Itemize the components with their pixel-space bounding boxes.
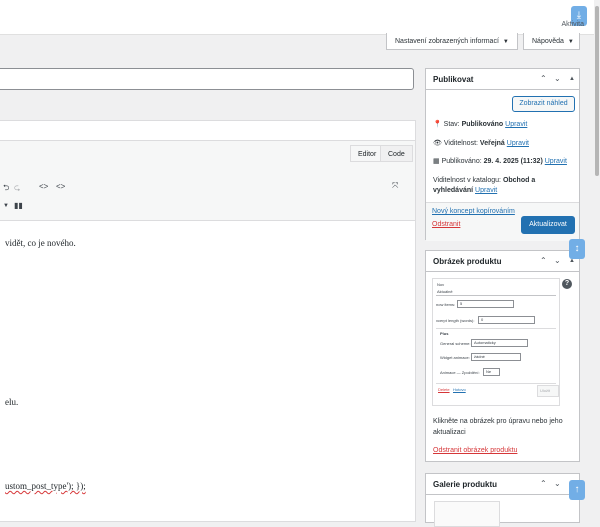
thumb-text: 5 [460,301,463,306]
trash-link[interactable]: Odstranit [432,221,460,228]
publish-title: Publikovat [433,75,474,84]
product-gallery-title: Galerie produktu [433,480,498,489]
status-row: 📍 Stav: Publikováno Upravit [433,120,527,128]
product-image-title: Obrázek produktu [433,257,502,266]
help-button[interactable]: Nápověda ▼ [523,33,580,50]
update-button[interactable]: Aktualizovat [521,216,575,234]
edit-catalog-link[interactable]: Upravit [475,187,497,194]
preview-button[interactable]: Zobrazit náhled [512,96,575,112]
published-label: Publikováno: [441,158,482,165]
thumb-text: General scheme: [440,341,471,346]
title-input[interactable] [0,68,414,90]
binoculars-icon[interactable]: ▮▮ [14,201,23,210]
thumb-input: 0 [478,316,535,324]
caret-down-icon: ▼ [502,39,509,45]
thumb-text: 0 [481,317,484,322]
status-value: Publikováno [461,121,504,128]
thumb-divider [436,328,556,329]
catalog-visibility-label: Viditelnost v katalogu: [433,177,501,184]
catalog-visibility-row: Viditelnost v katalogu: Obchod a vyhledá… [433,176,575,196]
collapse-toggle-icon[interactable]: ▲ [569,76,575,82]
thumb-select: Ne [483,368,500,376]
visibility-label: Viditelnost: [443,140,478,147]
published-row: ▦ Publikováno: 29. 4. 2025 (11:32) Uprav… [433,157,567,165]
thumb-text: Plus [440,331,449,336]
edit-date-link[interactable]: Upravit [545,158,567,165]
screen-options-button[interactable]: Nastavení zobrazených informací ▼ [386,33,518,50]
eye-icon: 👁 [433,140,442,147]
undo-icon[interactable]: ⮌ [3,182,9,196]
pin-icon: 📍 [433,121,442,128]
thumb-text: Delete [438,387,450,392]
thumb-text: Animace — Zpoždění: [440,370,480,375]
edit-status-link[interactable]: Upravit [505,121,527,128]
help-label: Nápověda [532,38,564,45]
thumb-text: Widget animace: [440,355,470,360]
thumb-text: Nov [437,282,445,287]
resize-vertical-icon[interactable]: ↕ [569,239,585,259]
dropdown-caret-icon[interactable]: ▼ [3,203,9,209]
scroll-top-icon[interactable]: ↑ [569,480,585,500]
thumb-text: Ne [486,369,492,374]
activity-label: Aktivita [561,21,584,28]
product-gallery-header[interactable]: Galerie produktu ⌃ ⌄ [426,474,579,495]
chevron-down-icon[interactable]: ⌄ [554,256,561,265]
thumb-divider [436,383,556,384]
product-image-header[interactable]: Obrázek produktu ⌃ ⌄ ▲ [426,251,579,272]
content-line: vidět, co je nového. [5,238,76,248]
chevron-up-icon[interactable]: ⌃ [540,256,547,265]
admin-top-bar: ⤓ Aktivita [0,0,600,35]
publish-box: Publikovat ⌃ ⌄ ▲ Zobrazit náhled 📍 Stav:… [425,68,580,241]
thumb-select: Automaticky [471,339,528,347]
status-label: Stav: [443,121,460,128]
chevron-up-icon[interactable]: ⌃ [540,479,547,488]
thumb-text: žádné [474,354,485,359]
chevron-up-icon[interactable]: ⌃ [540,74,547,83]
remove-product-image-link[interactable]: Odstranit obrázek produktu [433,447,517,454]
chevron-down-icon[interactable]: ⌄ [554,74,561,83]
help-icon[interactable]: ? [562,279,572,289]
publish-box-header[interactable]: Publikovat ⌃ ⌄ ▲ [426,69,579,90]
code-icon[interactable]: <> [39,182,48,191]
thumb-text: Uložit [540,388,551,393]
code-block-icon[interactable]: <> [56,182,65,191]
product-image-thumbnail[interactable]: Nov Aktuálně now items: 5 xcerpt length … [432,278,560,406]
thumb-select: žádné [471,353,521,361]
visibility-value: Veřejná [479,140,505,147]
content-editor: Editor Code ⮌ ⮎ <> <> ⤧ ▼ ▮▮ vidět, co j… [0,120,416,522]
editor-tabs-bar: Editor Code [0,140,415,166]
fullscreen-icon[interactable]: ⤧ [392,181,398,191]
calendar-icon: ▦ [433,158,440,165]
thumb-text: Aktuálně [437,289,453,294]
screen-options-label: Nastavení zobrazených informací [395,38,499,45]
thumb-save-button: Uložit [537,385,559,397]
content-line: elu. [5,397,19,407]
editor-toolbar: ⮌ ⮎ <> <> ⤧ ▼ ▮▮ [0,165,415,221]
thumb-text: now items: [436,302,456,307]
visibility-row: 👁 Viditelnost: Veřejná Upravit [433,139,529,147]
product-image-box: Obrázek produktu ⌃ ⌄ ▲ Nov Aktuálně now … [425,250,580,462]
copy-draft-link[interactable]: Nový koncept kopírováním [432,208,515,215]
thumb-divider [436,295,556,296]
chevron-down-icon[interactable]: ⌄ [554,479,561,488]
thumb-input: 5 [457,300,514,308]
content-line: ustom_post_type'); }); [5,481,86,491]
thumb-text: xcerpt length (words): [436,318,475,323]
product-gallery-box: Galerie produktu ⌃ ⌄ [425,473,580,527]
product-image-hint: Klikněte na obrázek pro úpravu nebo jeho… [433,418,563,436]
caret-down-icon: ▼ [567,39,574,45]
thumb-text: Hotovo [453,387,466,392]
redo-icon[interactable]: ⮎ [14,182,20,196]
published-value: 29. 4. 2025 (11:32) [483,158,543,165]
edit-visibility-link[interactable]: Upravit [507,140,529,147]
tab-code[interactable]: Code [380,145,413,162]
publish-actions: Nový koncept kopírováním Odstranit Aktua… [426,202,579,241]
thumb-text: Automaticky [474,340,496,345]
page-scrollbar-thumb[interactable] [595,6,599,176]
gallery-thumbnail[interactable] [434,501,500,527]
